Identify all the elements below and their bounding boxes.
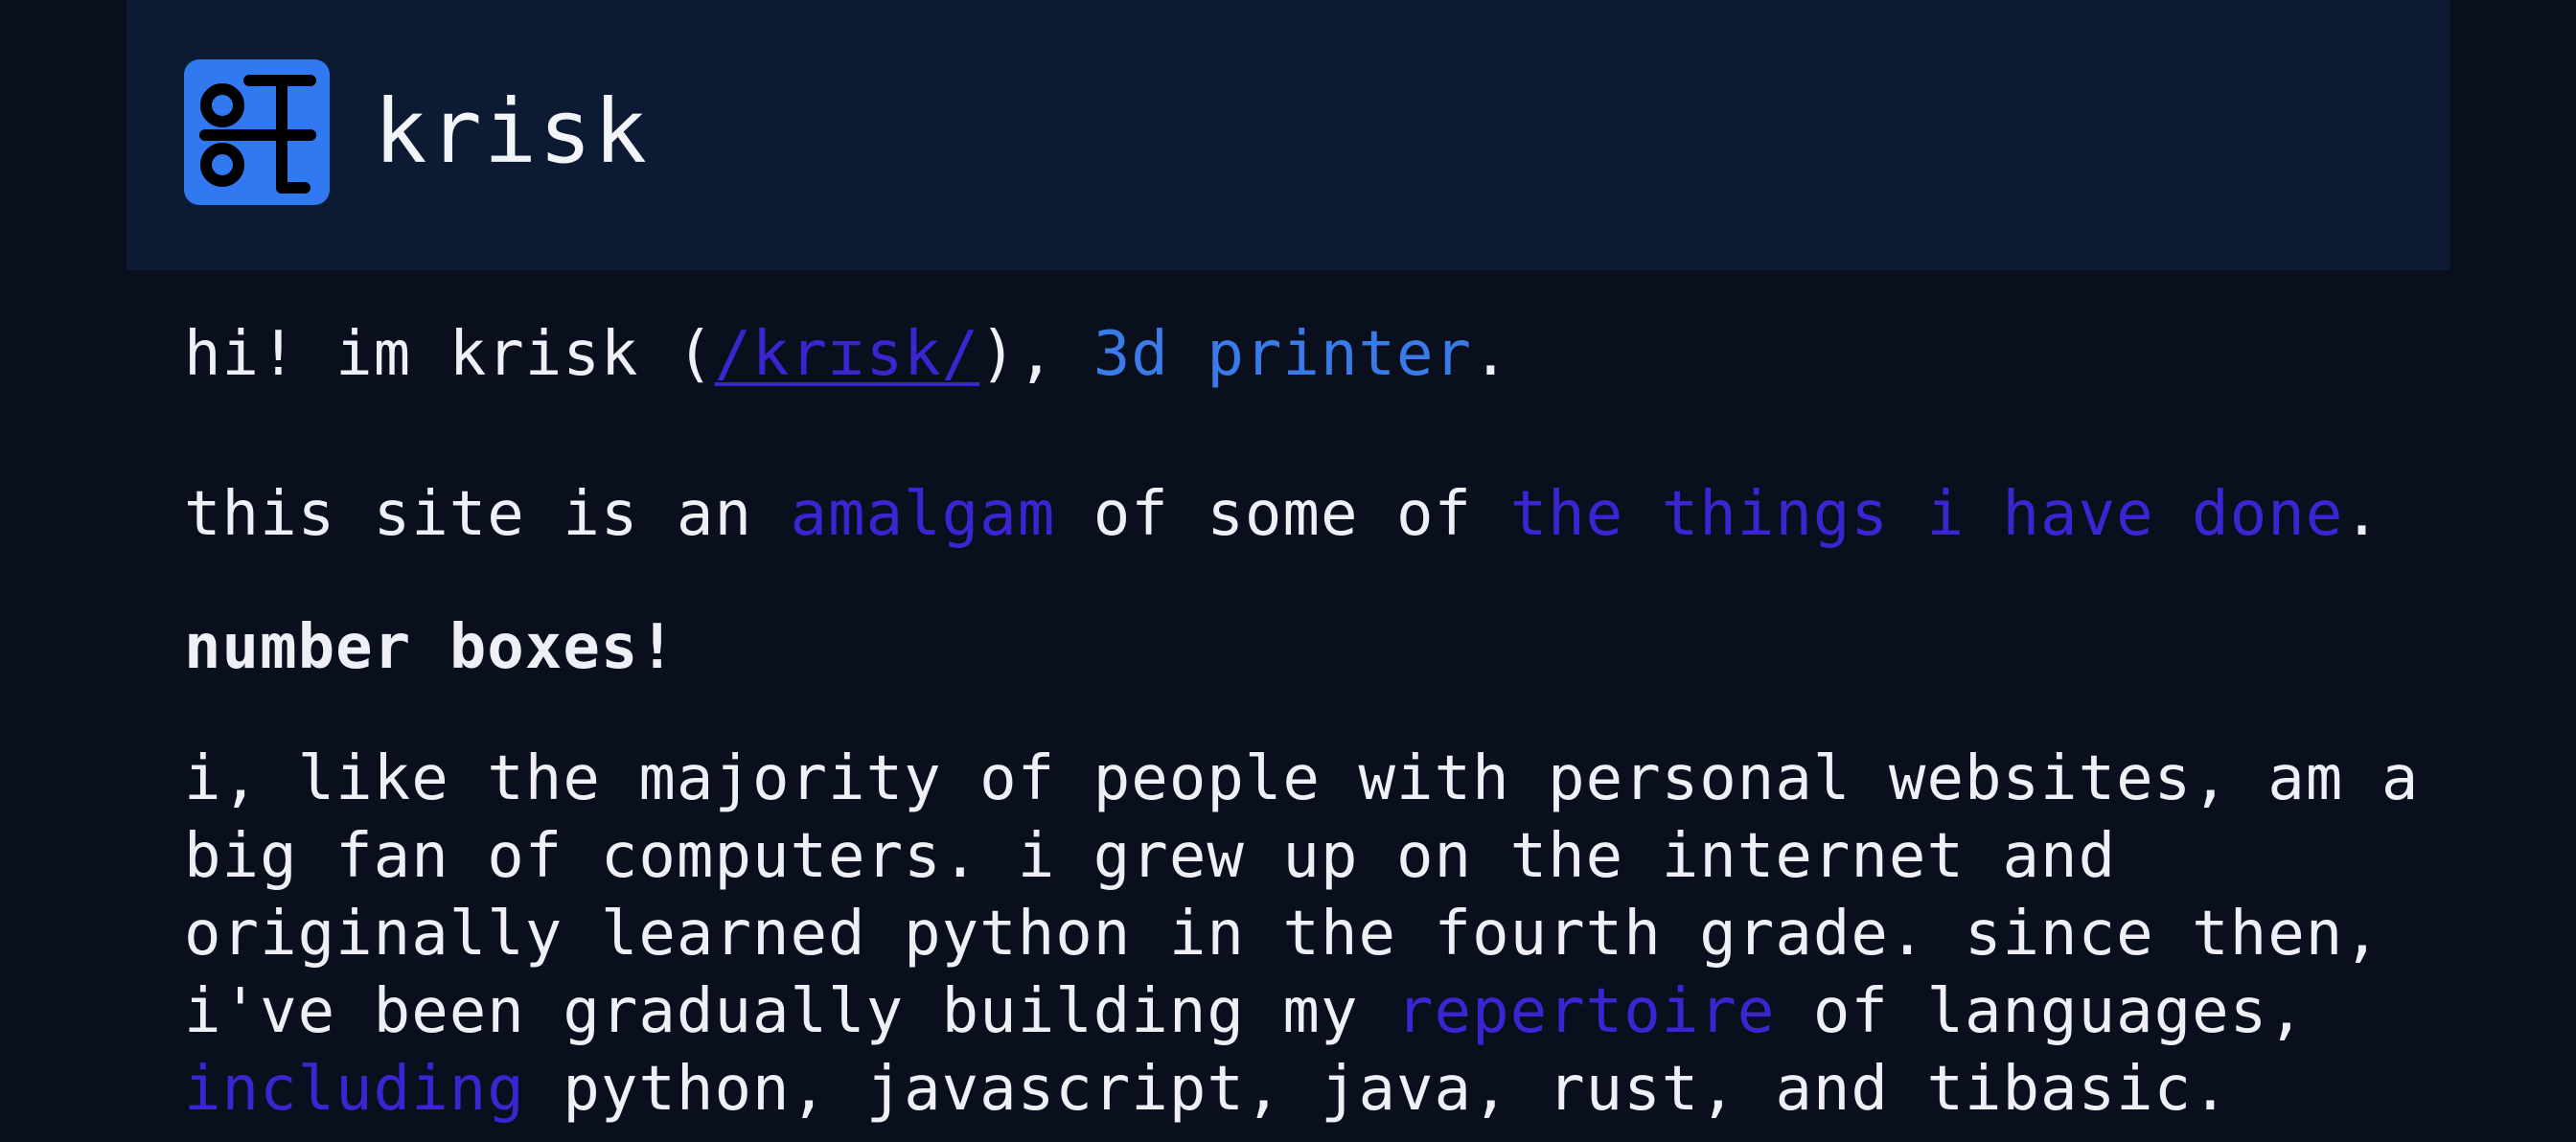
including-link[interactable]: including	[184, 1054, 525, 1125]
repertoire-link[interactable]: repertoire	[1396, 976, 1775, 1047]
3d-printer-link[interactable]: 3d printer	[1093, 319, 1472, 390]
amalgam-link[interactable]: amalgam	[791, 479, 1056, 550]
site-description: this site is an amalgam of some of the t…	[184, 476, 2381, 554]
desc-suffix: .	[2343, 479, 2381, 550]
page: krisk hi! im krisk (/krɪsk/), 3d printer…	[126, 0, 2450, 1142]
intro-prefix: hi! im krisk (	[184, 319, 715, 390]
desc-prefix: this site is an	[184, 479, 791, 550]
paragraph-line-4: i've been gradually building my repertoi…	[184, 973, 2419, 1051]
line5-suffix: python, javascript, java, rust, and tiba…	[524, 1054, 2230, 1125]
paragraph-line-1: i, like the majority of people with pers…	[184, 743, 2420, 814]
intro-suffix: .	[1472, 319, 1510, 390]
section-heading: number boxes!	[184, 612, 677, 683]
krisk-logo-glyph	[199, 75, 316, 194]
line4-prefix: i've been gradually building my	[184, 976, 1396, 1047]
line4-suffix: of languages,	[1775, 976, 2306, 1047]
intro-line: hi! im krisk (/krɪsk/), 3d printer.	[184, 316, 1510, 394]
paragraph-line-2: big fan of computers. i grew up on the i…	[184, 821, 2117, 892]
site-header: krisk	[126, 0, 2450, 270]
intro-middle: ),	[979, 319, 1093, 390]
things-done-link[interactable]: the things i have done	[1510, 479, 2344, 550]
about-paragraph: i, like the majority of people with pers…	[184, 741, 2419, 1129]
desc-middle: of some of	[1055, 479, 1510, 550]
pronunciation-link[interactable]: /krɪsk/	[714, 319, 979, 390]
paragraph-line-3: originally learned python in the fourth …	[184, 899, 2381, 970]
site-title[interactable]: krisk	[374, 75, 649, 190]
paragraph-line-5: including python, javascript, java, rust…	[184, 1051, 2419, 1129]
krisk-logo-icon[interactable]	[184, 59, 330, 205]
